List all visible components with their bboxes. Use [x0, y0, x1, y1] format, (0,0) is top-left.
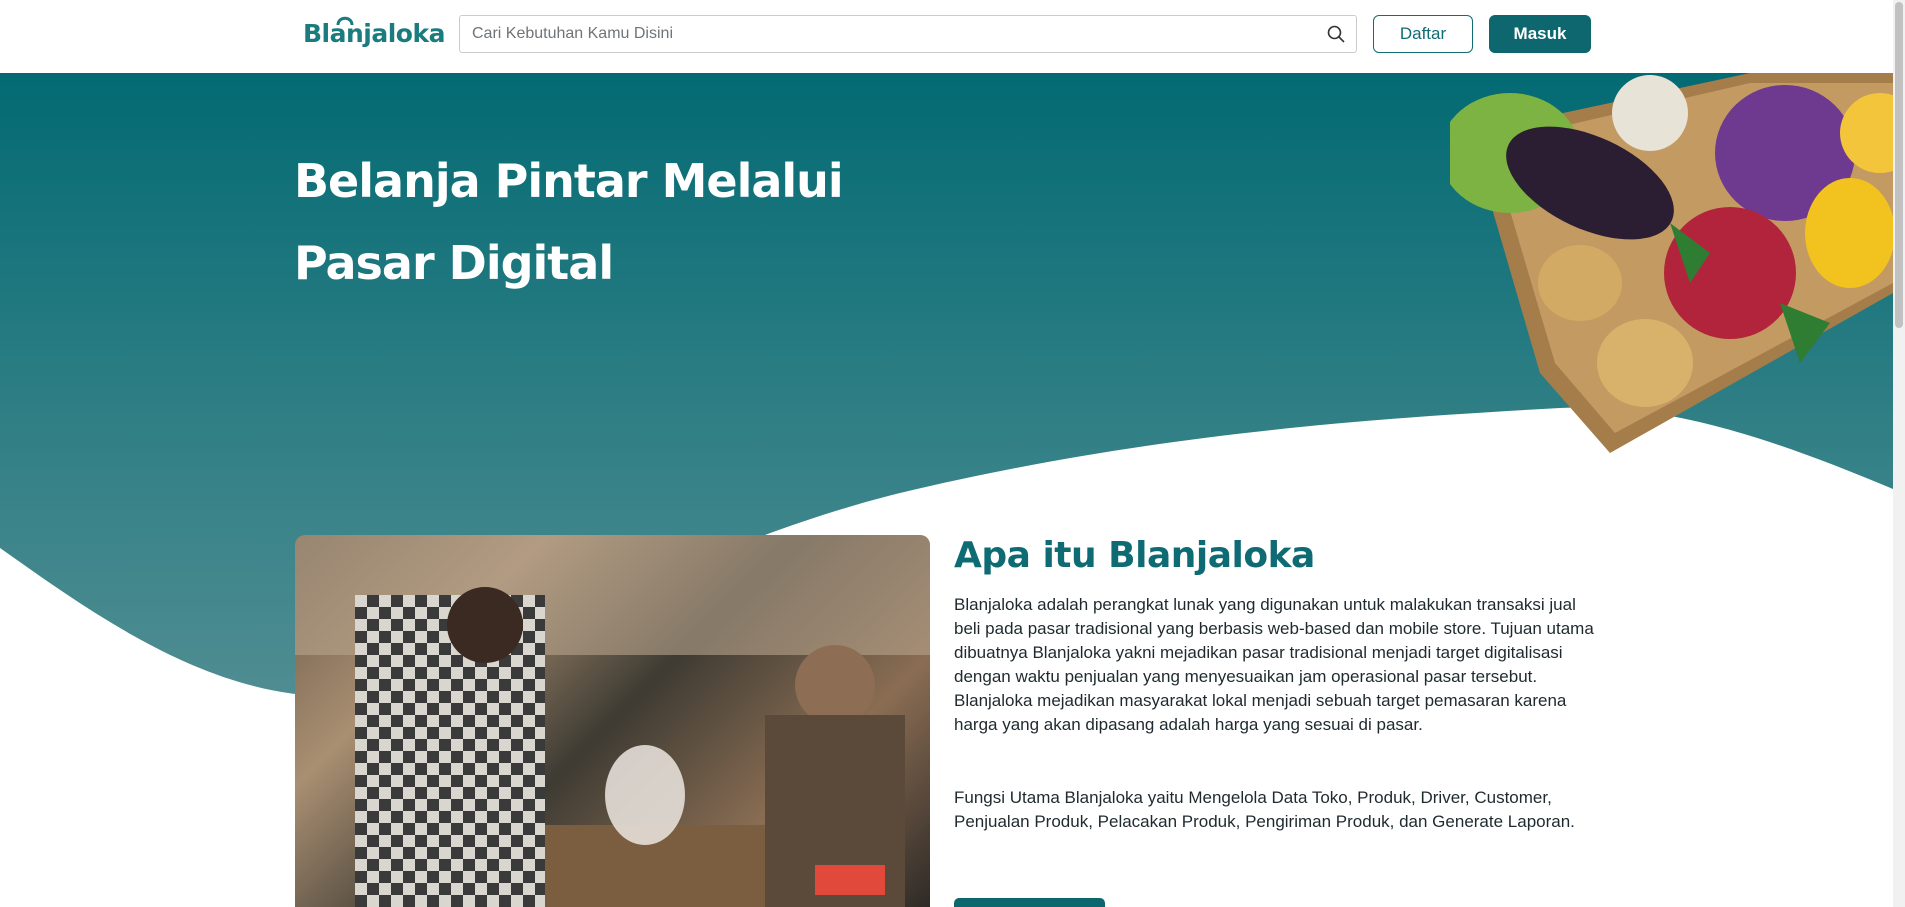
- market-scene-image: [295, 535, 930, 907]
- register-button[interactable]: Daftar: [1373, 15, 1473, 53]
- hero-title-line2: Pasar Digital: [294, 236, 614, 290]
- brand-logo[interactable]: Blanjaloka: [303, 14, 445, 54]
- page-scrollbar[interactable]: [1893, 0, 1905, 907]
- scrollbar-thumb[interactable]: [1895, 2, 1903, 328]
- about-paragraph-2: Fungsi Utama Blanjaloka yaitu Mengelola …: [954, 788, 1575, 831]
- about-title: Apa itu Blanjaloka: [954, 535, 1315, 576]
- hero-title: Belanja Pintar Melalui Pasar Digital: [294, 140, 994, 304]
- about-paragraph-1: Blanjaloka adalah perangkat lunak yang d…: [954, 595, 1594, 734]
- search-icon[interactable]: [1326, 24, 1346, 44]
- vegetable-basket-illustration: [1450, 73, 1893, 453]
- login-button[interactable]: Masuk: [1489, 15, 1591, 53]
- about-action-button[interactable]: [954, 898, 1105, 907]
- market-photo: [295, 535, 930, 907]
- shopping-bag-icon: [336, 16, 354, 26]
- brand-logo-text: Blanjaloka: [303, 19, 445, 48]
- search-bar: [459, 15, 1357, 53]
- top-navbar: Blanjaloka Daftar Masuk: [0, 0, 1893, 73]
- search-input[interactable]: [472, 16, 1312, 52]
- hero-title-line1: Belanja Pintar Melalui: [294, 154, 844, 208]
